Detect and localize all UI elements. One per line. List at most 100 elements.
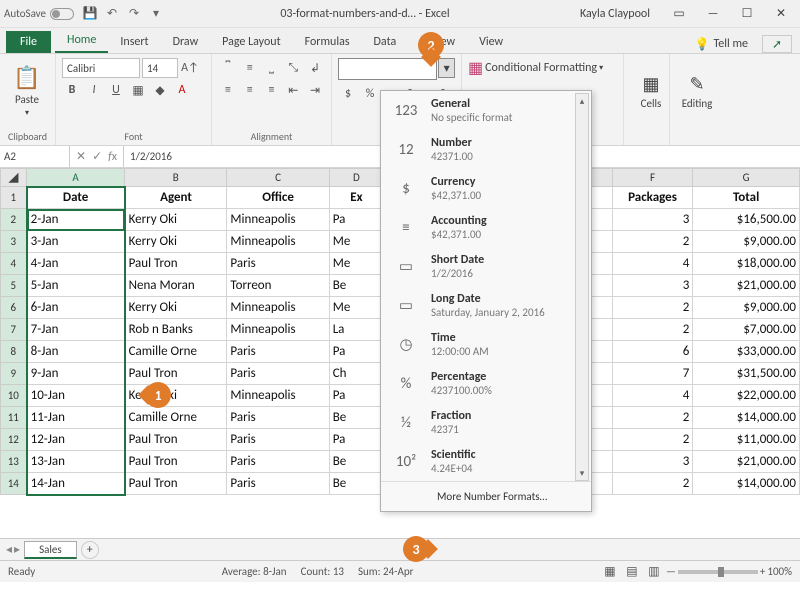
col-header-D[interactable]: D: [329, 169, 383, 187]
tab-data[interactable]: Data: [362, 31, 409, 53]
cell[interactable]: $9,000.00: [693, 297, 800, 319]
cell[interactable]: 4-Jan: [27, 253, 125, 275]
cell[interactable]: 3: [612, 451, 693, 473]
cell[interactable]: Date: [27, 187, 125, 209]
cell[interactable]: 11-Jan: [27, 407, 125, 429]
cell[interactable]: Rob n Banks: [125, 319, 227, 341]
next-sheet-icon[interactable]: ▸: [14, 542, 20, 557]
cell[interactable]: 9-Jan: [27, 363, 125, 385]
cell[interactable]: Paul Tron: [125, 253, 227, 275]
zoom-level[interactable]: 100%: [767, 565, 792, 578]
cell[interactable]: Kerry Oki: [125, 231, 227, 253]
cell[interactable]: $21,000.00: [693, 275, 800, 297]
name-box[interactable]: A2: [0, 146, 70, 167]
cell[interactable]: 14-Jan: [27, 473, 125, 495]
cell[interactable]: $33,000.00: [693, 341, 800, 363]
cell[interactable]: 2: [612, 473, 693, 495]
cell[interactable]: Paul Tron: [125, 451, 227, 473]
tab-file[interactable]: File: [6, 31, 51, 53]
format-option[interactable]: ▭Long DateSaturday, January 2, 2016: [381, 286, 591, 325]
enter-icon[interactable]: ✓: [92, 149, 102, 164]
row-header[interactable]: 8: [1, 341, 27, 363]
row-header[interactable]: 2: [1, 209, 27, 231]
minimize-button[interactable]: —: [698, 4, 728, 24]
zoom-out-button[interactable]: —: [666, 565, 676, 578]
cell[interactable]: Pa: [329, 385, 383, 407]
cell[interactable]: 2: [612, 429, 693, 451]
cell[interactable]: Pa: [329, 341, 383, 363]
paste-button[interactable]: 📋 Paste ▾: [6, 58, 48, 124]
cell[interactable]: Minneapolis: [227, 231, 329, 253]
row-header[interactable]: 1: [1, 187, 27, 209]
align-bottom-icon[interactable]: ⎵: [262, 58, 282, 78]
percent-format-icon[interactable]: %: [360, 84, 380, 104]
format-option[interactable]: ▭Short Date1/2/2016: [381, 247, 591, 286]
cell[interactable]: 6-Jan: [27, 297, 125, 319]
cell[interactable]: Ex: [329, 187, 383, 209]
scroll-down-icon[interactable]: ▾: [576, 466, 588, 480]
number-format-dropdown-arrow[interactable]: ▾: [438, 58, 455, 78]
cell[interactable]: Paul Tron: [125, 429, 227, 451]
cell[interactable]: Office: [227, 187, 329, 209]
cell[interactable]: 6: [612, 341, 693, 363]
tell-me[interactable]: Tell me: [713, 37, 748, 51]
cell[interactable]: Me: [329, 297, 383, 319]
cell[interactable]: Camille Orne: [125, 341, 227, 363]
ribbon-options-icon[interactable]: ▭: [664, 4, 694, 24]
page-layout-view-icon[interactable]: ▤: [622, 562, 642, 582]
editing-button[interactable]: ✎ Editing: [676, 58, 718, 124]
cell[interactable]: Agent: [125, 187, 227, 209]
cell[interactable]: 12-Jan: [27, 429, 125, 451]
cell[interactable]: 3-Jan: [27, 231, 125, 253]
cell[interactable]: 2: [612, 297, 693, 319]
col-header-A[interactable]: A: [27, 169, 125, 187]
cell[interactable]: $11,000.00: [693, 429, 800, 451]
add-sheet-button[interactable]: +: [81, 541, 99, 559]
font-color-button[interactable]: A: [172, 80, 192, 100]
underline-button[interactable]: U: [106, 80, 126, 100]
cell[interactable]: Kerry Oki: [125, 209, 227, 231]
accounting-format-icon[interactable]: $: [338, 84, 358, 104]
align-left-icon[interactable]: ≡: [218, 80, 238, 100]
cell[interactable]: Paris: [227, 407, 329, 429]
cell[interactable]: Me: [329, 231, 383, 253]
cell[interactable]: Be: [329, 451, 383, 473]
cell[interactable]: Ch: [329, 363, 383, 385]
normal-view-icon[interactable]: ▦: [600, 562, 620, 582]
cells-button[interactable]: ▦ Cells: [630, 58, 672, 124]
increase-font-icon[interactable]: A↑: [180, 58, 200, 78]
format-option[interactable]: %Percentage4237100.00%: [381, 364, 591, 403]
cell[interactable]: 2: [612, 319, 693, 341]
qat-more-icon[interactable]: ▾: [148, 6, 164, 22]
cell[interactable]: Paris: [227, 473, 329, 495]
cell[interactable]: $14,000.00: [693, 407, 800, 429]
font-name-select[interactable]: Calibri: [62, 58, 140, 78]
row-header[interactable]: 12: [1, 429, 27, 451]
cell[interactable]: $22,000.00: [693, 385, 800, 407]
fx-icon[interactable]: fx: [108, 150, 117, 164]
cell[interactable]: Torreon: [227, 275, 329, 297]
cell[interactable]: Paul Tron: [125, 363, 227, 385]
cell[interactable]: Minneapolis: [227, 319, 329, 341]
cell[interactable]: $9,000.00: [693, 231, 800, 253]
format-option[interactable]: 123GeneralNo specific format: [381, 91, 591, 130]
cell[interactable]: Paul Tron: [125, 473, 227, 495]
row-header[interactable]: 11: [1, 407, 27, 429]
cell[interactable]: 5-Jan: [27, 275, 125, 297]
prev-sheet-icon[interactable]: ◂: [6, 542, 12, 557]
cell[interactable]: Minneapolis: [227, 385, 329, 407]
page-break-view-icon[interactable]: ▥: [644, 562, 664, 582]
align-right-icon[interactable]: ≡: [262, 80, 282, 100]
col-header-C[interactable]: C: [227, 169, 329, 187]
row-header[interactable]: 7: [1, 319, 27, 341]
number-format-select[interactable]: [338, 58, 437, 80]
maximize-button[interactable]: ☐: [732, 4, 762, 24]
col-header-G[interactable]: G: [693, 169, 800, 187]
cell[interactable]: 2: [612, 231, 693, 253]
row-header[interactable]: 13: [1, 451, 27, 473]
cell[interactable]: 2: [612, 407, 693, 429]
more-number-formats[interactable]: More Number Formats…: [381, 481, 591, 511]
close-button[interactable]: ✕: [766, 4, 796, 24]
merge-center-icon[interactable]: ⇥: [305, 80, 325, 100]
cell[interactable]: Packages: [612, 187, 693, 209]
